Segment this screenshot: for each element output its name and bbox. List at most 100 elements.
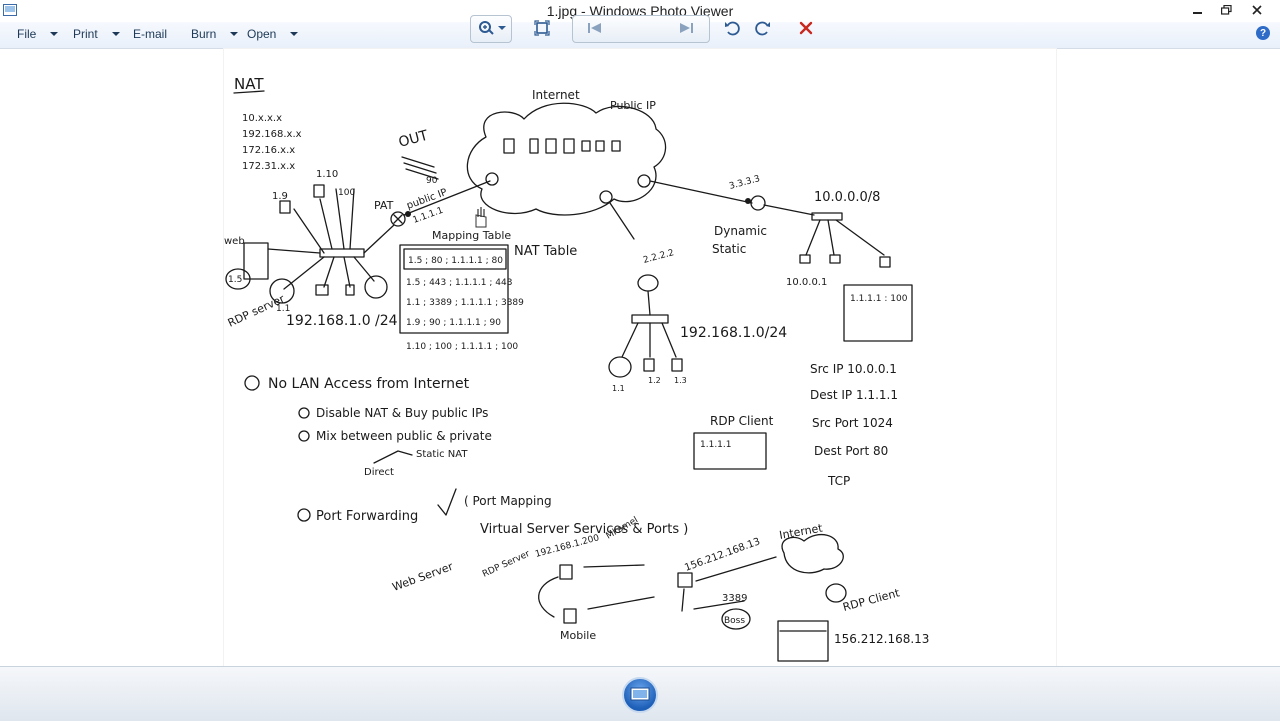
menu-file[interactable]: File	[17, 27, 59, 41]
dest-ip: Dest IP 1.1.1.1	[810, 388, 898, 402]
lan2-subnet: 192.168.1.0/24	[680, 325, 787, 341]
hand-cursor-icon	[475, 207, 487, 228]
lan3-host: 10.0.0.1	[786, 277, 827, 288]
close-icon	[1252, 5, 1262, 15]
pc-icon	[559, 564, 573, 580]
direct-label: Direct	[364, 467, 394, 478]
port-forwarding-label: Port Forwarding	[316, 509, 418, 524]
zoom-dropdown[interactable]	[496, 18, 508, 38]
src-port: Src Port 1024	[812, 416, 893, 430]
mobile-device-icon	[563, 608, 577, 624]
lan3-subnet: 10.0.0.0/8	[814, 190, 880, 205]
web-server-label: Web Server	[391, 560, 456, 594]
ip-156-top: 156.212.168.13	[683, 536, 761, 574]
router-public-ip: public IP	[405, 187, 448, 212]
rdp-client-box-ip: 1.1.1.1	[700, 440, 732, 450]
restore-icon	[1220, 5, 1232, 15]
lan2-host-1: 1.1	[612, 384, 625, 393]
option-2: Mix between public & private	[316, 429, 492, 443]
menu-print[interactable]: Print	[73, 27, 120, 41]
router-3	[750, 195, 766, 211]
dynamic-label: Dynamic	[714, 224, 767, 238]
menu-email-label: E-mail	[133, 27, 168, 41]
host-1-5: 1.5	[228, 275, 242, 285]
lan2-router-ip: 2.2.2.2	[642, 248, 675, 266]
src-ip: Src IP 10.0.0.1	[810, 362, 897, 376]
slideshow-icon	[630, 687, 650, 701]
port-3389-label: 3389	[722, 593, 747, 604]
no-lan-access-note: No LAN Access from Internet	[268, 376, 470, 392]
rotate-counterclockwise-icon	[725, 21, 740, 36]
delete-icon	[799, 21, 813, 35]
whiteboard-sketch: NAT 10.x.x.x 192.168.x.x 172.16.x.x 172.…	[224, 75, 929, 662]
actual-size-button[interactable]	[531, 18, 553, 38]
lan3-box-text: 1.1.1.1 : 100	[850, 294, 908, 304]
router3-ip: 3.3.3.3	[728, 174, 761, 192]
mapping-row-1: 1.5 ; 443 ; 1.1.1.1 ; 443	[406, 278, 512, 288]
image-viewer-area[interactable]: NAT 10.x.x.x 192.168.x.x 172.16.x.x 172.…	[0, 49, 1280, 666]
previous-icon	[588, 23, 601, 33]
menu-burn-label: Burn	[191, 27, 217, 41]
cloud-servers	[503, 138, 621, 154]
ip-192-168-1-200: 192.168.1.200	[534, 533, 600, 560]
delete-button[interactable]	[795, 18, 817, 38]
dest-port: Dest Port 80	[814, 444, 888, 458]
range-10: 10.x.x.x	[242, 113, 282, 124]
internet-cloud-2	[781, 533, 844, 574]
actual-size-icon	[534, 20, 550, 36]
option-1: Disable NAT & Buy public IPs	[316, 406, 488, 420]
nat-table-label: NAT Table	[514, 244, 577, 259]
slideshow-button[interactable]	[622, 677, 658, 713]
lan1-subnet: 192.168.1.0 /24	[286, 313, 398, 329]
mapping-table-label: Mapping Table	[432, 229, 511, 242]
previous-button[interactable]	[584, 18, 606, 38]
host-100: 100	[338, 188, 355, 198]
switch-lan2	[631, 314, 669, 324]
menu-file-label: File	[17, 27, 37, 41]
minimize-button[interactable]	[1184, 0, 1212, 20]
mapping-row-2: 1.1 ; 3389 ; 1.1.1.1 ; 3389	[406, 298, 524, 308]
range-192: 192.168.x.x	[242, 129, 302, 140]
public-ip-box	[777, 620, 829, 662]
port-mapping-label: ( Port Mapping	[464, 494, 552, 508]
remote-router-icon	[677, 572, 693, 588]
zoom-icon	[479, 21, 494, 35]
cloud-node-left	[485, 172, 499, 186]
pat-label: PAT	[374, 199, 394, 212]
rdp-client-device	[825, 583, 847, 603]
menu-email[interactable]: E-mail	[133, 27, 167, 41]
static-nat-label: Static NAT	[416, 449, 468, 460]
chevron-down-icon	[50, 32, 59, 36]
close-button[interactable]	[1240, 0, 1274, 20]
rdp-client-label: RDP Client	[710, 414, 774, 428]
chevron-down-icon	[498, 26, 506, 30]
internet-label: Internet	[532, 88, 580, 102]
out-count: 90	[426, 176, 438, 186]
rotate-clockwise-button[interactable]	[752, 18, 774, 38]
menu-burn[interactable]: Burn	[191, 27, 239, 41]
out-label: OUT	[397, 128, 430, 151]
lan2-host-3: 1.3	[674, 376, 687, 385]
web-label: web	[224, 236, 245, 247]
rotate-clockwise-icon	[755, 21, 770, 36]
lan2-host-2: 1.2	[648, 376, 661, 385]
mapping-row-3: 1.9 ; 90 ; 1.1.1.1 ; 90	[406, 318, 501, 328]
displayed-image: NAT 10.x.x.x 192.168.x.x 172.16.x.x 172.…	[224, 49, 1056, 666]
cloud-node-right	[637, 174, 651, 188]
help-button[interactable]: ?	[1256, 26, 1270, 40]
switch-lan1	[319, 248, 365, 258]
ip-156-bottom: 156.212.168.13	[834, 632, 929, 646]
menu-open[interactable]: Open	[247, 27, 299, 41]
rdp-client-label-2: RDP Client	[841, 586, 901, 614]
next-button[interactable]	[675, 18, 697, 38]
help-icon: ?	[1259, 27, 1267, 39]
rotate-counterclockwise-button[interactable]	[721, 18, 743, 38]
restore-button[interactable]	[1212, 0, 1240, 20]
menu-print-label: Print	[73, 27, 98, 41]
tcp-label: TCP	[827, 474, 850, 488]
minimize-icon	[1193, 12, 1202, 14]
zoom-button[interactable]	[476, 18, 498, 38]
rdp-client-box	[693, 432, 767, 470]
host-1-10: 1.10	[316, 169, 338, 180]
nat-title: NAT	[234, 75, 264, 93]
